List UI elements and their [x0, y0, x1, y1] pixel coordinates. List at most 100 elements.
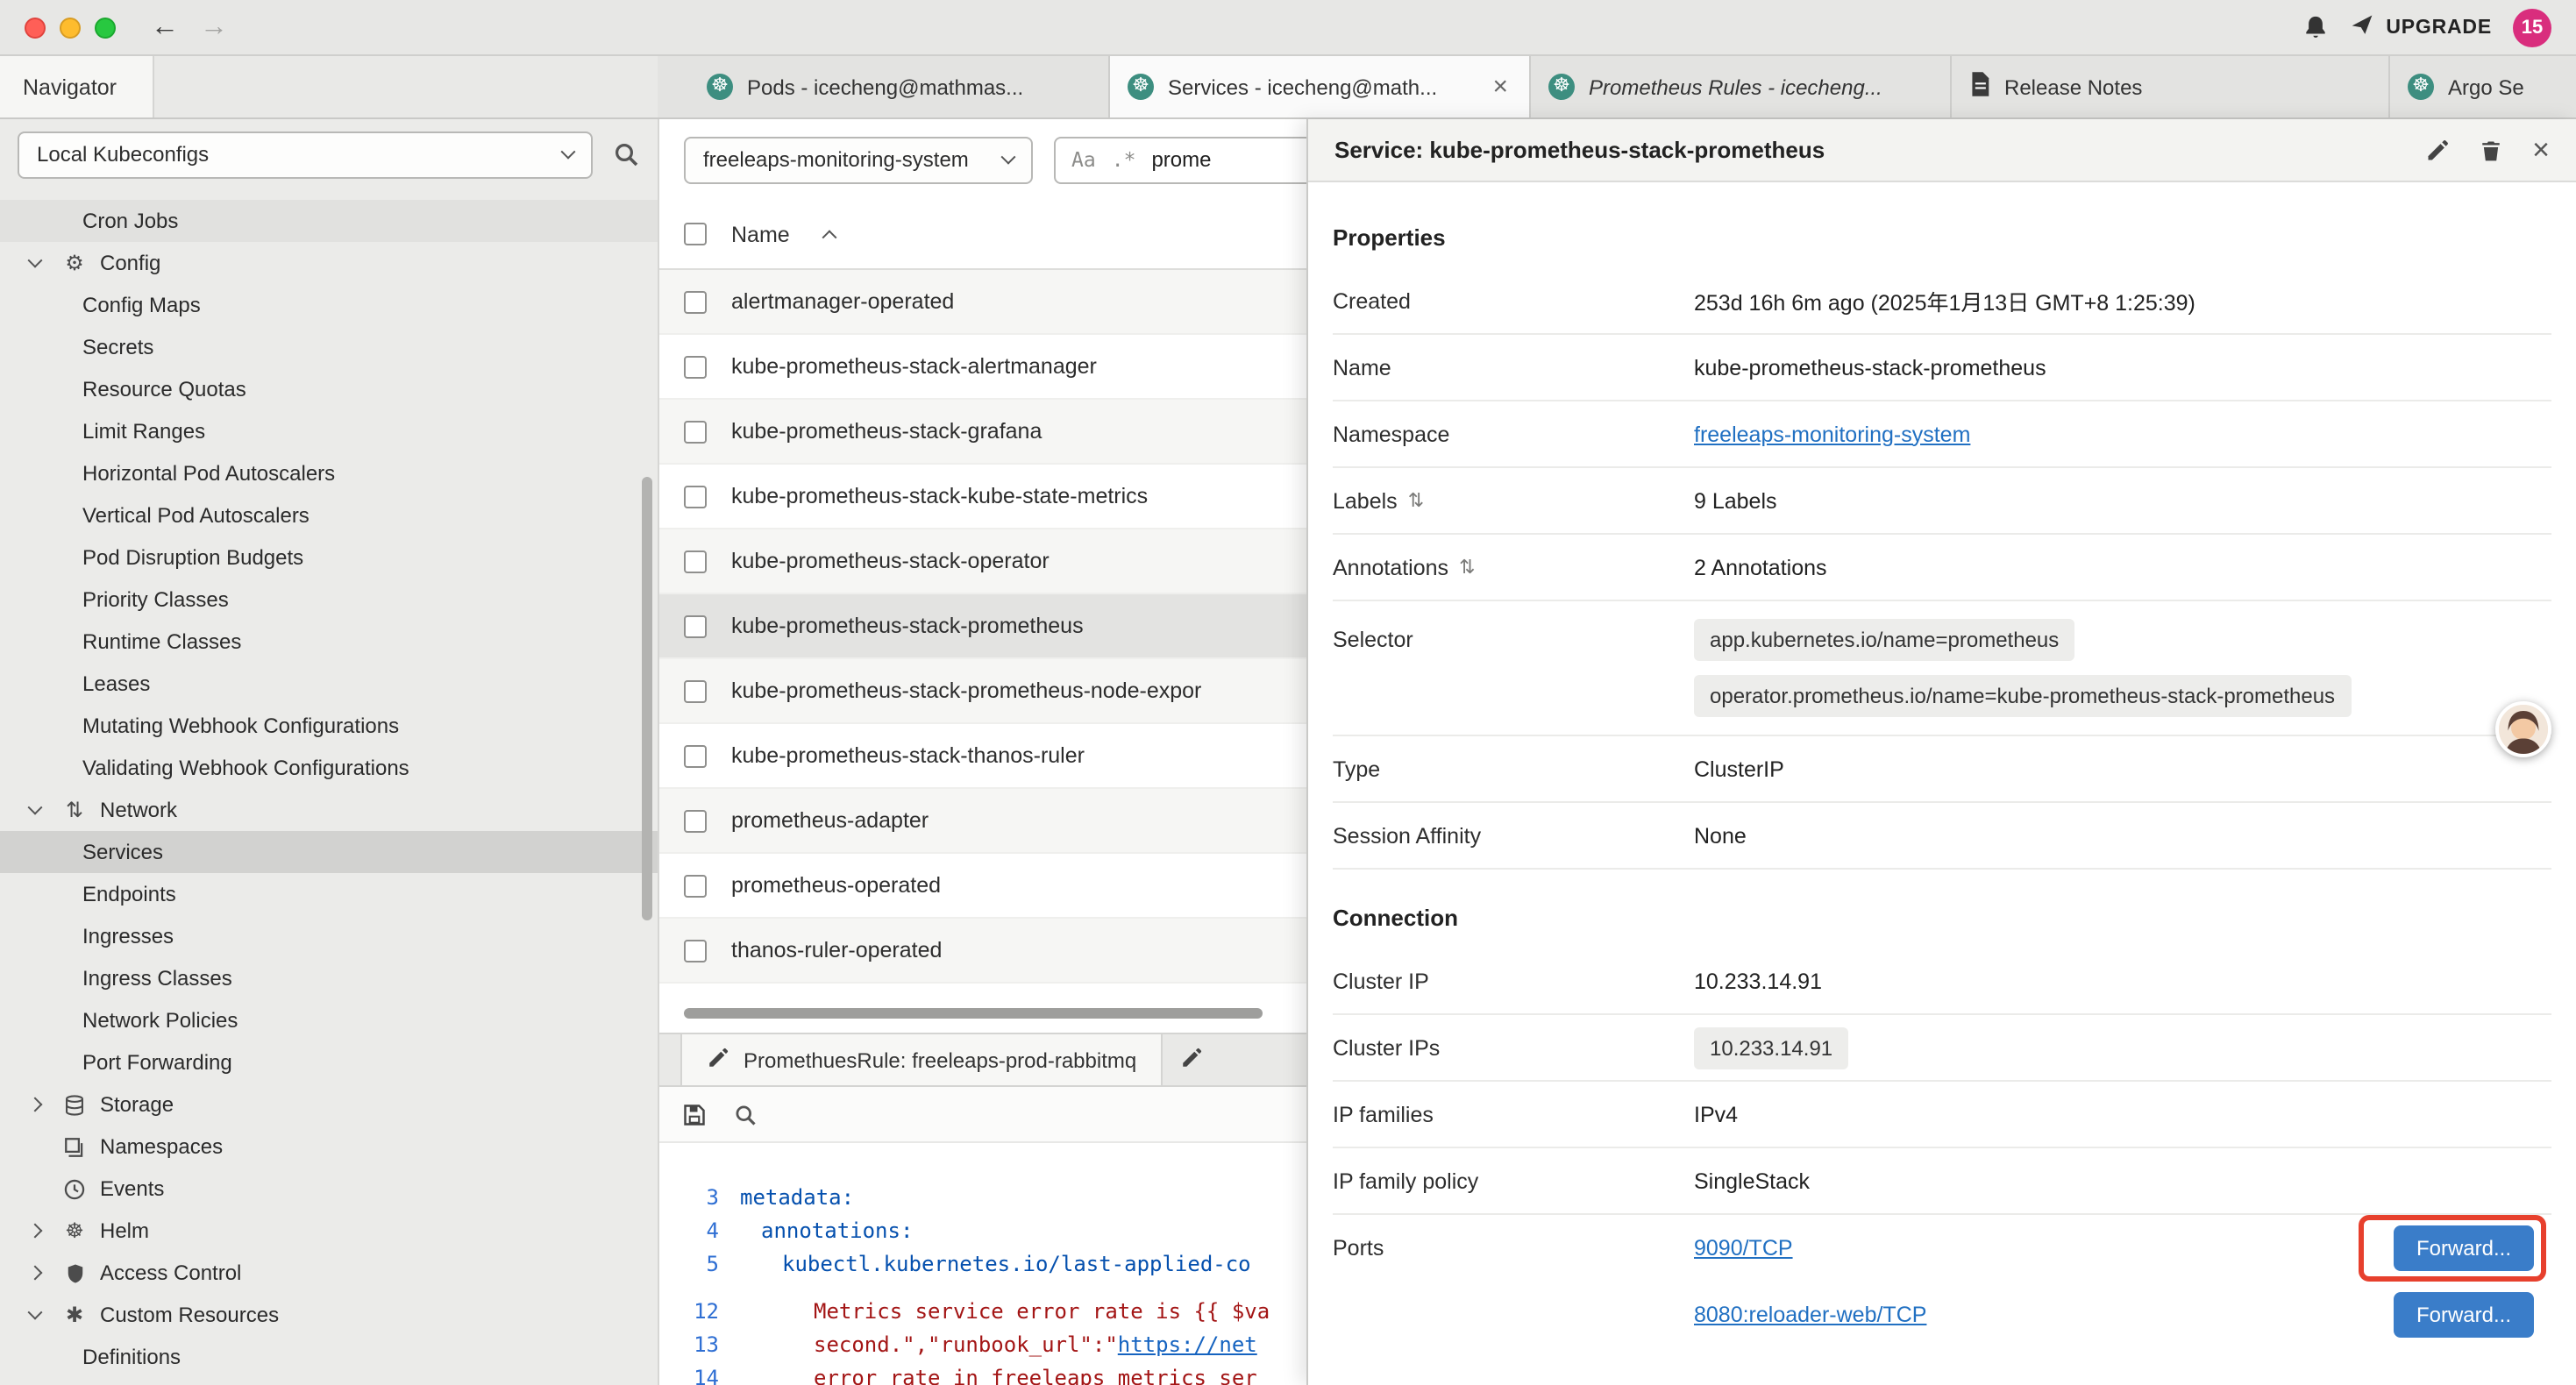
row-checkbox[interactable] [684, 290, 707, 313]
row-checkbox[interactable] [684, 550, 707, 572]
sidebar-item-config-maps[interactable]: Config Maps [0, 284, 658, 326]
table-row[interactable]: kube-prometheus-stack-kube-state-metrics [659, 465, 1306, 529]
back-arrow-icon[interactable]: ← [151, 13, 179, 41]
row-checkbox[interactable] [684, 874, 707, 897]
sidebar-item-definitions[interactable]: Definitions [0, 1336, 658, 1378]
folded-region[interactable] [659, 1282, 1306, 1296]
sidebar-item-network-policies[interactable]: Network Policies [0, 999, 658, 1041]
dock-tab-partial[interactable] [1163, 1034, 1220, 1085]
row-checkbox[interactable] [684, 420, 707, 443]
tab-prometheus-rules[interactable]: ☸ Prometheus Rules - icecheng... [1531, 56, 1952, 117]
namespace-link[interactable]: freeleaps-monitoring-system [1694, 422, 1970, 446]
sidebar-item-secrets[interactable]: Secrets [0, 326, 658, 368]
url-link[interactable]: https://net [1118, 1332, 1257, 1357]
sidebar-item-vertical-pod-autoscalers[interactable]: Vertical Pod Autoscalers [0, 494, 658, 536]
connection-row-cluster-ip: Cluster IP 10.233.14.91 [1333, 948, 2551, 1015]
sidebar-item-ingresses[interactable]: Ingresses [0, 915, 658, 957]
app-window: ← → UPGRADE 15 Navigator ☸ Pods - iceche… [0, 0, 2576, 1385]
table-row[interactable]: kube-prometheus-stack-grafana [659, 400, 1306, 465]
sidebar-item-services[interactable]: Services [0, 831, 658, 873]
chevron-right-icon [21, 1225, 49, 1236]
sidebar-item-ingress-classes[interactable]: Ingress Classes [0, 957, 658, 999]
forward-arrow-icon[interactable]: → [200, 13, 228, 41]
close-tab-icon[interactable]: × [1489, 72, 1512, 102]
tab-services[interactable]: ☸ Services - icecheng@math... × [1110, 56, 1531, 117]
save-icon[interactable] [682, 1102, 707, 1126]
sidebar-item-resource-quotas[interactable]: Resource Quotas [0, 368, 658, 410]
sidebar-item-custom-resources[interactable]: ✱ Custom Resources [0, 1294, 658, 1336]
sidebar-item-limit-ranges[interactable]: Limit Ranges [0, 410, 658, 452]
sidebar-item-storage[interactable]: Storage [0, 1083, 658, 1126]
sidebar-item-priority-classes[interactable]: Priority Classes [0, 579, 658, 621]
sidebar-item-cron-jobs[interactable]: Cron Jobs [0, 200, 658, 242]
table-row[interactable]: prometheus-operated [659, 854, 1306, 919]
sidebar-item-access-control[interactable]: Access Control [0, 1252, 658, 1294]
tab-argo[interactable]: ☸ Argo Se [2390, 56, 2576, 117]
assistant-avatar[interactable] [2495, 701, 2551, 757]
kubeconfig-select[interactable]: Local Kubeconfigs [18, 131, 593, 178]
sidebar-item-horizontal-pod-autoscalers[interactable]: Horizontal Pod Autoscalers [0, 452, 658, 494]
row-checkbox[interactable] [684, 614, 707, 637]
table-row[interactable]: thanos-ruler-operated [659, 919, 1306, 984]
row-checkbox[interactable] [684, 679, 707, 702]
notifications-bell-icon[interactable] [2302, 14, 2328, 40]
name-column-header[interactable]: Name [731, 222, 790, 246]
expand-toggle-icon[interactable]: ⇅ [1459, 556, 1475, 579]
port-forward-button[interactable]: Forward... [2394, 1292, 2534, 1338]
sidebar-item-helm[interactable]: ☸ Helm [0, 1210, 658, 1252]
row-checkbox[interactable] [684, 744, 707, 767]
table-row-selected[interactable]: kube-prometheus-stack-prometheus [659, 594, 1306, 659]
expand-toggle-icon[interactable]: ⇅ [1408, 489, 1424, 512]
sidebar-item-mutating-webhook-configurations[interactable]: Mutating Webhook Configurations [0, 705, 658, 747]
close-icon[interactable]: × [2532, 135, 2550, 165]
search-icon[interactable] [612, 140, 640, 168]
sidebar-item-pod-disruption-budgets[interactable]: Pod Disruption Budgets [0, 536, 658, 579]
delete-trash-icon[interactable] [2480, 138, 2502, 162]
row-checkbox[interactable] [684, 355, 707, 378]
sidebar-item-leases[interactable]: Leases [0, 663, 658, 705]
sidebar-item-validating-webhook-configurations[interactable]: Validating Webhook Configurations [0, 747, 658, 789]
tab-pods[interactable]: ☸ Pods - icecheng@mathmas... [689, 56, 1110, 117]
dock-tab-prometheusrule[interactable]: PromethuesRule: freeleaps-prod-rabbitmq [680, 1034, 1163, 1085]
table-row[interactable]: kube-prometheus-stack-operator [659, 529, 1306, 594]
properties-section-heading: Properties [1333, 182, 2551, 268]
upgrade-button[interactable]: UPGRADE [2349, 12, 2492, 42]
sidebar-item-runtime-classes[interactable]: Runtime Classes [0, 621, 658, 663]
namespace-select[interactable]: freeleaps-monitoring-system [684, 136, 1033, 183]
search-icon[interactable] [733, 1102, 758, 1126]
table-search-input[interactable]: Aa .* prome [1054, 136, 1306, 183]
table-row[interactable]: alertmanager-operated [659, 270, 1306, 335]
maximize-window-button[interactable] [95, 17, 116, 38]
sidebar-item-network[interactable]: ⇅ Network [0, 789, 658, 831]
minimize-window-button[interactable] [60, 17, 81, 38]
port-forward-button[interactable]: Forward... [2394, 1225, 2534, 1271]
sidebar-item-port-forwarding[interactable]: Port Forwarding [0, 1041, 658, 1083]
select-all-checkbox[interactable] [684, 223, 707, 245]
notification-count-badge[interactable]: 15 [2513, 8, 2551, 46]
port-link-8080-reloader-web[interactable]: 8080:reloader-web/TCP [1694, 1303, 2394, 1327]
tab-release-notes[interactable]: Release Notes [1952, 56, 2390, 117]
row-checkbox[interactable] [684, 485, 707, 508]
horizontal-scrollbar[interactable] [684, 1008, 1263, 1019]
row-checkbox[interactable] [684, 939, 707, 962]
sidebar-item-events[interactable]: Events [0, 1168, 658, 1210]
sidebar-item-config[interactable]: ⚙ Config [0, 242, 658, 284]
sidebar-scrollbar[interactable] [642, 477, 652, 920]
sort-ascending-icon[interactable] [822, 229, 837, 244]
table-row[interactable]: kube-prometheus-stack-prometheus-node-ex… [659, 659, 1306, 724]
port-link-9090[interactable]: 9090/TCP [1694, 1236, 2394, 1261]
regex-toggle[interactable]: .* [1112, 147, 1136, 172]
close-window-button[interactable] [25, 17, 46, 38]
table-row[interactable]: kube-prometheus-stack-alertmanager [659, 335, 1306, 400]
row-checkbox[interactable] [684, 809, 707, 832]
sidebar-item-namespaces[interactable]: Namespaces [0, 1126, 658, 1168]
drawer-body: Properties Created 253d 16h 6m ago (2025… [1308, 182, 2576, 1385]
table-row[interactable]: kube-prometheus-stack-thanos-ruler [659, 724, 1306, 789]
match-case-toggle[interactable]: Aa [1071, 147, 1096, 172]
property-row-name: Name kube-prometheus-stack-prometheus [1333, 335, 2551, 401]
navigator-sidebar: Local Kubeconfigs Cron Jobs ⚙ Config Con… [0, 119, 658, 1385]
edit-pencil-icon[interactable] [2425, 138, 2450, 162]
yaml-editor[interactable]: 3metadata: 4annotations: 5kubectl.kubern… [659, 1143, 1306, 1385]
table-row[interactable]: prometheus-adapter [659, 789, 1306, 854]
sidebar-item-endpoints[interactable]: Endpoints [0, 873, 658, 915]
